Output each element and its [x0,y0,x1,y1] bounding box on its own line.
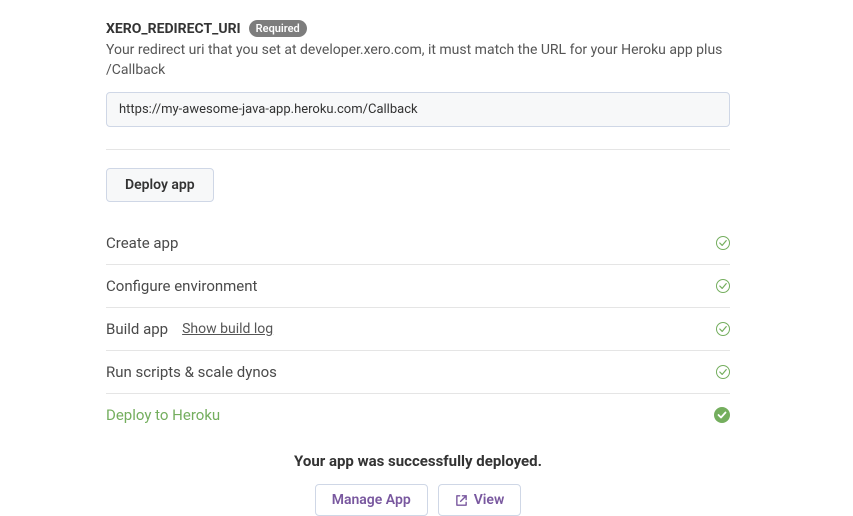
check-icon [716,365,730,379]
step-configure-environment: Configure environment [106,265,730,308]
success-message: Your app was successfully deployed. [106,452,730,470]
step-label: Create app [106,234,178,252]
required-badge: Required [249,20,307,37]
step-label: Build app [106,320,168,338]
config-field-name: XERO_REDIRECT_URI [106,21,241,37]
view-label: View [474,492,505,508]
step-run-scripts: Run scripts & scale dynos [106,351,730,394]
check-icon [716,279,730,293]
step-create-app: Create app [106,222,730,265]
check-icon-filled [714,407,730,423]
step-label: Deploy to Heroku [106,406,220,424]
deploy-app-button[interactable]: Deploy app [106,168,214,202]
manage-app-button[interactable]: Manage App [315,484,428,516]
show-build-log-link[interactable]: Show build log [182,321,273,337]
divider [106,149,730,150]
external-link-icon [455,494,468,507]
check-icon [716,236,730,250]
config-field-description: Your redirect uri that you set at develo… [106,41,730,80]
step-build-app: Build app Show build log [106,308,730,351]
redirect-uri-input[interactable] [106,92,730,127]
step-label: Configure environment [106,277,257,295]
check-icon [716,322,730,336]
view-button[interactable]: View [438,484,522,516]
step-deploy-heroku: Deploy to Heroku [106,394,730,430]
step-label: Run scripts & scale dynos [106,363,277,381]
